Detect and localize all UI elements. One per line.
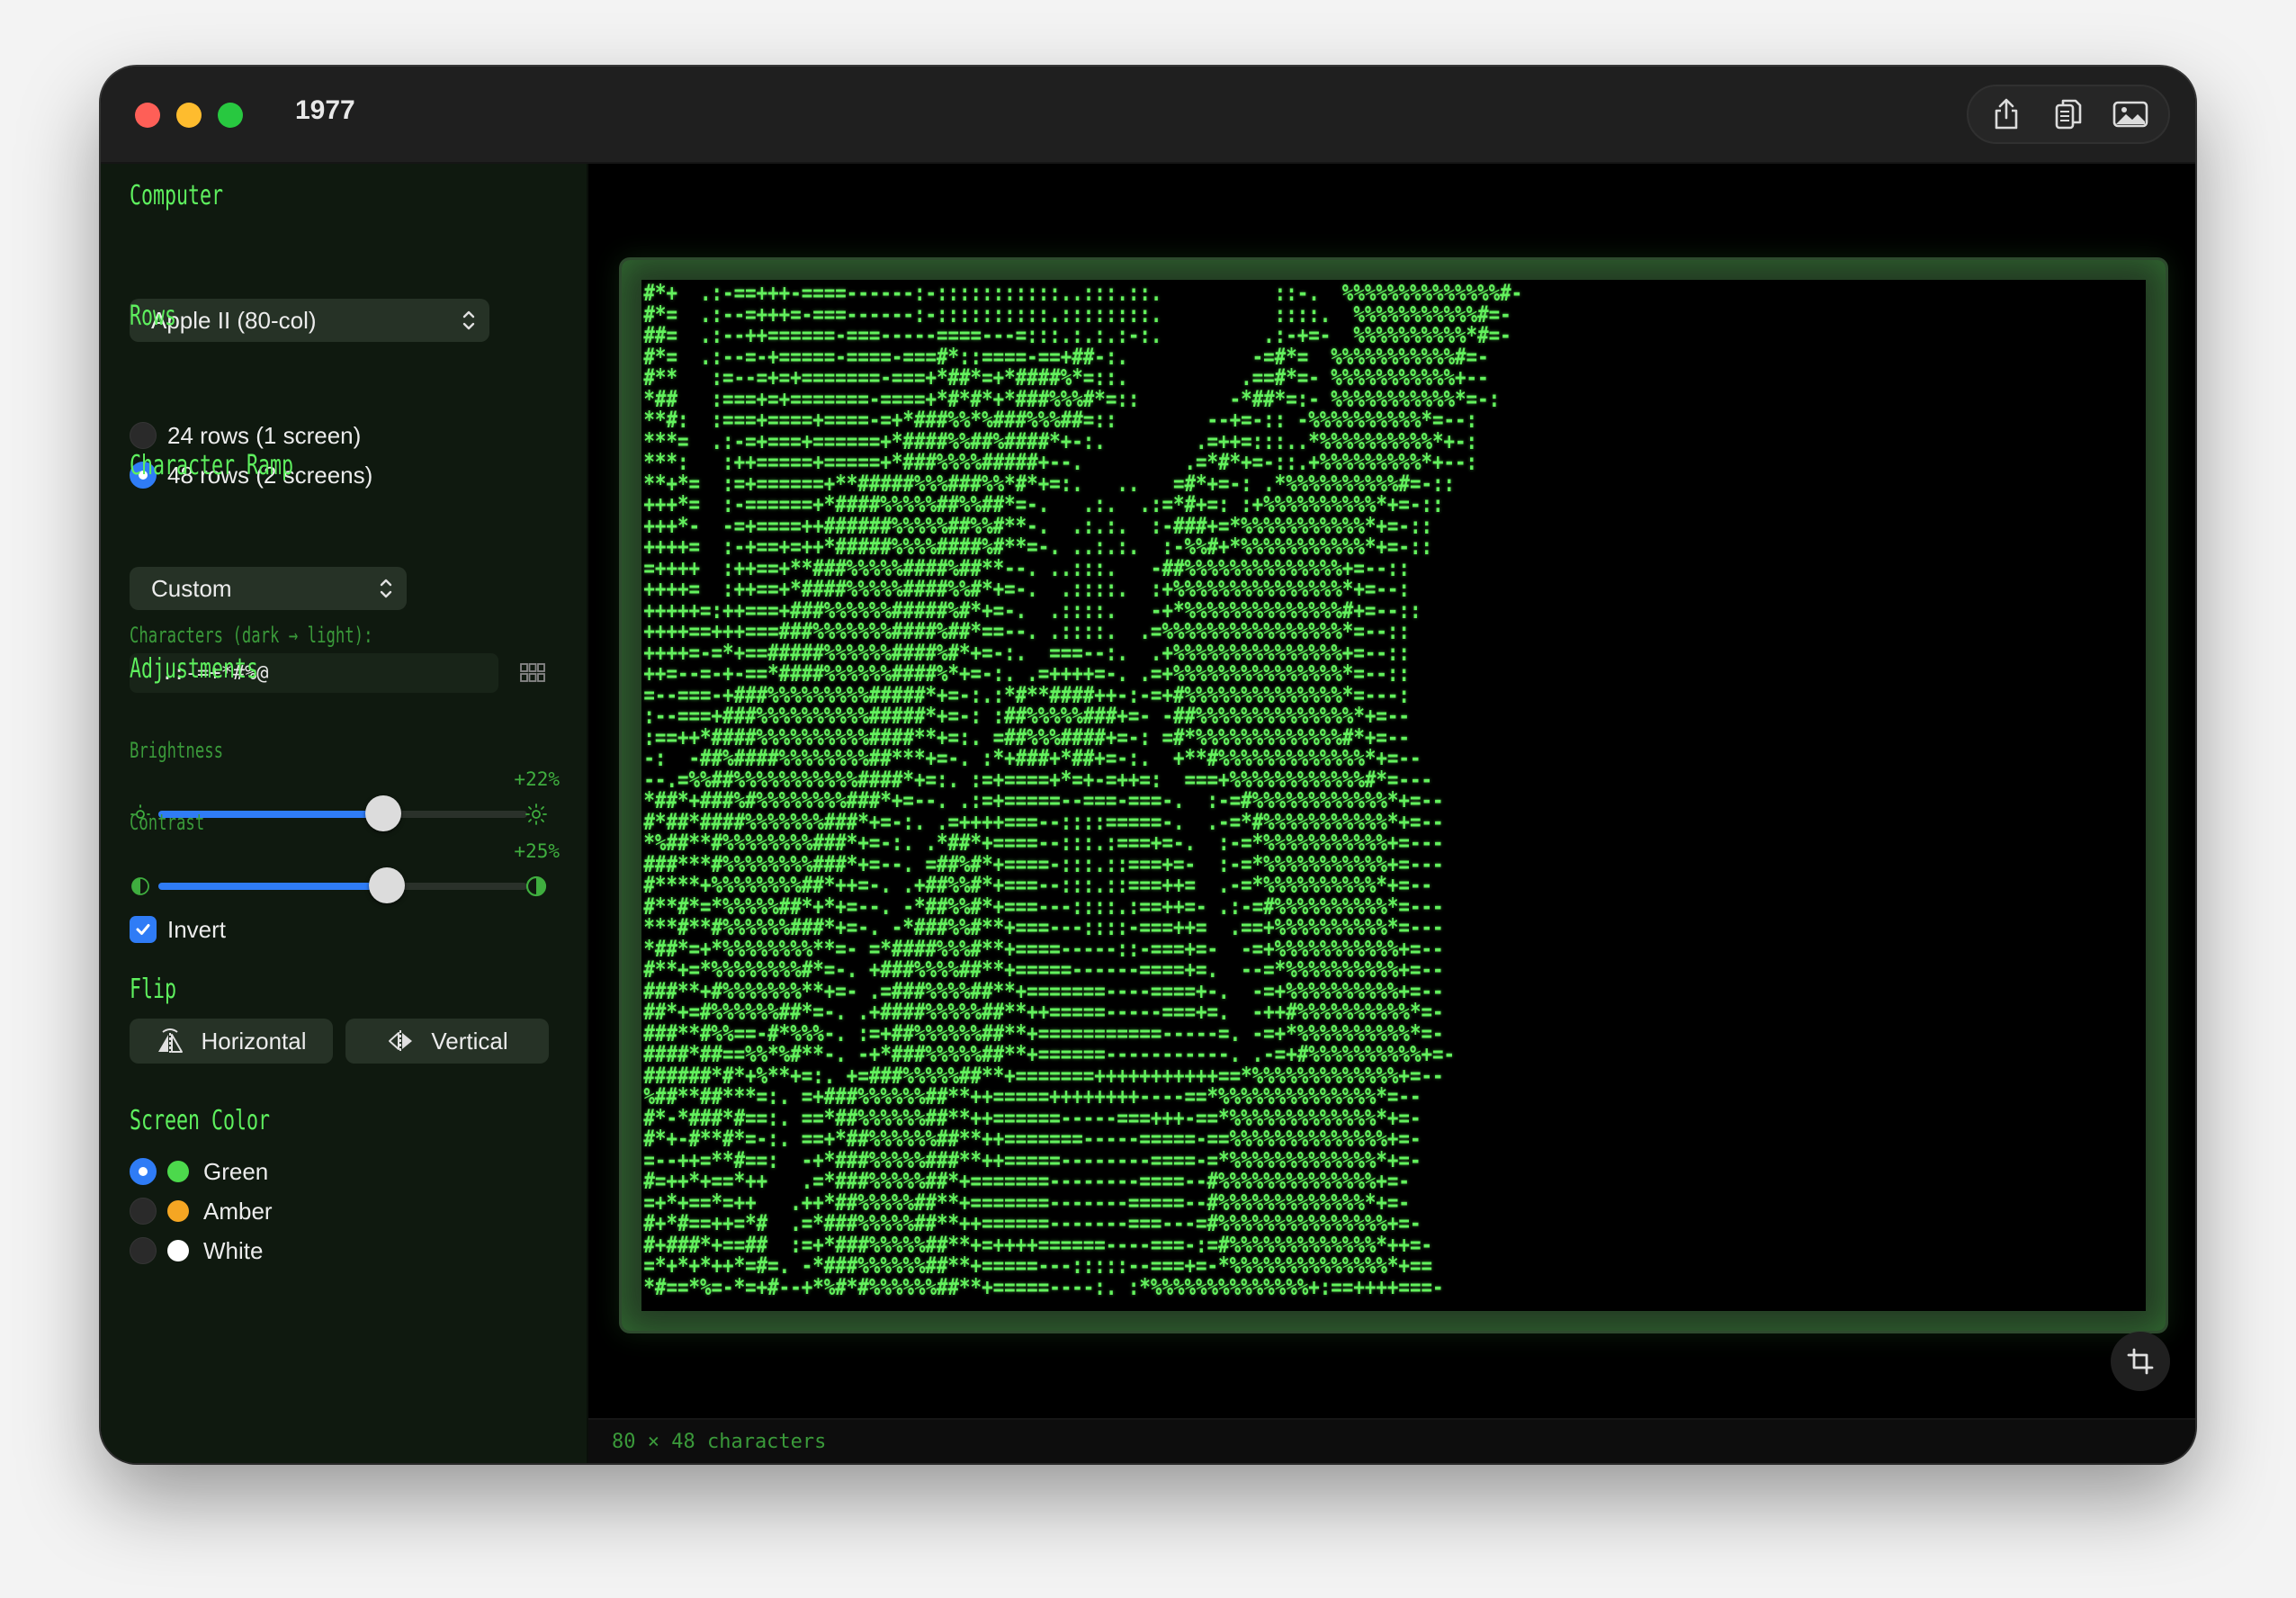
flip-vertical-icon — [389, 1030, 413, 1052]
contrast-value: +25% — [514, 840, 560, 862]
screen-color-label: White — [203, 1236, 264, 1264]
radio-button[interactable] — [130, 422, 157, 449]
contrast-high-icon — [525, 875, 547, 897]
rows-option-label: 24 rows (1 screen) — [167, 421, 362, 449]
crop-icon — [2127, 1348, 2154, 1375]
share-button[interactable] — [1980, 88, 2032, 140]
flip-vertical-button[interactable]: Vertical — [345, 1019, 549, 1064]
toolbar-group — [1967, 85, 2170, 144]
brightness-label: Brightness — [130, 738, 224, 763]
flip-horizontal-button[interactable]: Horizontal — [130, 1019, 333, 1064]
chevron-up-down-icon — [380, 579, 392, 598]
characters-label: Characters (dark → light): — [130, 623, 373, 648]
status-dimensions: 80 × 48 characters — [612, 1431, 827, 1453]
color-swatch-green — [167, 1161, 189, 1182]
section-title-computer: Computer — [130, 180, 224, 211]
invert-checkbox[interactable] — [130, 916, 157, 943]
brightness-slider-knob[interactable] — [365, 795, 402, 831]
section-title-rows: Rows — [130, 301, 177, 332]
screen-color-option-green[interactable]: Green — [130, 1155, 268, 1188]
chevron-up-down-icon — [462, 310, 475, 330]
crop-button[interactable] — [2111, 1332, 2170, 1391]
crt-bezel: #*+ .:-==+++-====------:-:::::::::::..::… — [619, 257, 2168, 1333]
radio-button-selected[interactable] — [130, 1158, 157, 1185]
character-ramp-select-value: Custom — [151, 574, 232, 602]
section-title-screen-color: Screen Color — [130, 1105, 271, 1136]
share-icon — [1996, 98, 2018, 130]
screen-color-option-white[interactable]: White — [130, 1234, 263, 1267]
checkmark-icon — [136, 924, 150, 935]
contrast-label: Contrast — [130, 810, 205, 835]
titlebar: 1977 — [101, 67, 2195, 164]
brightness-slider[interactable] — [158, 795, 527, 831]
export-image-button[interactable] — [2104, 88, 2157, 140]
status-bar: 80 × 48 characters — [588, 1418, 2195, 1463]
invert-label: Invert — [167, 915, 227, 943]
contrast-low-icon — [131, 877, 149, 895]
sun-high-icon — [525, 803, 547, 825]
color-swatch-amber — [167, 1200, 189, 1222]
screen-color-label: Green — [203, 1157, 269, 1185]
contrast-slider[interactable] — [158, 867, 527, 903]
color-swatch-white — [167, 1240, 189, 1261]
copy-icon — [2055, 99, 2082, 130]
screen-color-label: Amber — [203, 1197, 273, 1225]
window-title: 1977 — [295, 95, 355, 125]
section-title-character-ramp: Character Ramp — [130, 450, 294, 481]
settings-sidebar: Computer Apple II (80-col) Rows 24 rows … — [101, 164, 588, 1463]
screen-color-option-amber[interactable]: Amber — [130, 1195, 273, 1227]
computer-select[interactable]: Apple II (80-col) — [130, 299, 489, 342]
invert-checkbox-row[interactable]: Invert — [130, 914, 226, 945]
zoom-window-button[interactable] — [218, 103, 243, 128]
character-grid-icon[interactable] — [520, 662, 545, 684]
brightness-value: +22% — [514, 768, 560, 790]
image-icon — [2112, 101, 2148, 128]
section-title-adjustments: Adjustments — [130, 653, 259, 685]
copy-button[interactable] — [2042, 88, 2094, 140]
app-window: 1977 Computer Apple II (80-col) Rows 24 … — [101, 67, 2195, 1463]
flip-vertical-label: Vertical — [431, 1027, 508, 1055]
ascii-art-output: #*+ .:-==+++-====------:-:::::::::::..::… — [643, 280, 1523, 1301]
minimize-window-button[interactable] — [176, 103, 202, 128]
radio-button[interactable] — [130, 1237, 157, 1264]
radio-button[interactable] — [130, 1198, 157, 1225]
crt-screen: #*+ .:-==+++-====------:-:::::::::::..::… — [641, 280, 2146, 1311]
contrast-slider-knob[interactable] — [369, 867, 406, 903]
rows-option-24[interactable]: 24 rows (1 screen) — [130, 419, 361, 452]
character-ramp-select[interactable]: Custom — [130, 567, 407, 610]
flip-horizontal-label: Horizontal — [201, 1027, 307, 1055]
contrast-slider-fill — [158, 883, 388, 890]
flip-horizontal-icon — [158, 1028, 184, 1053]
close-window-button[interactable] — [135, 103, 160, 128]
section-title-flip: Flip — [130, 974, 177, 1005]
preview-area: #*+ .:-==+++-====------:-:::::::::::..::… — [588, 164, 2195, 1463]
